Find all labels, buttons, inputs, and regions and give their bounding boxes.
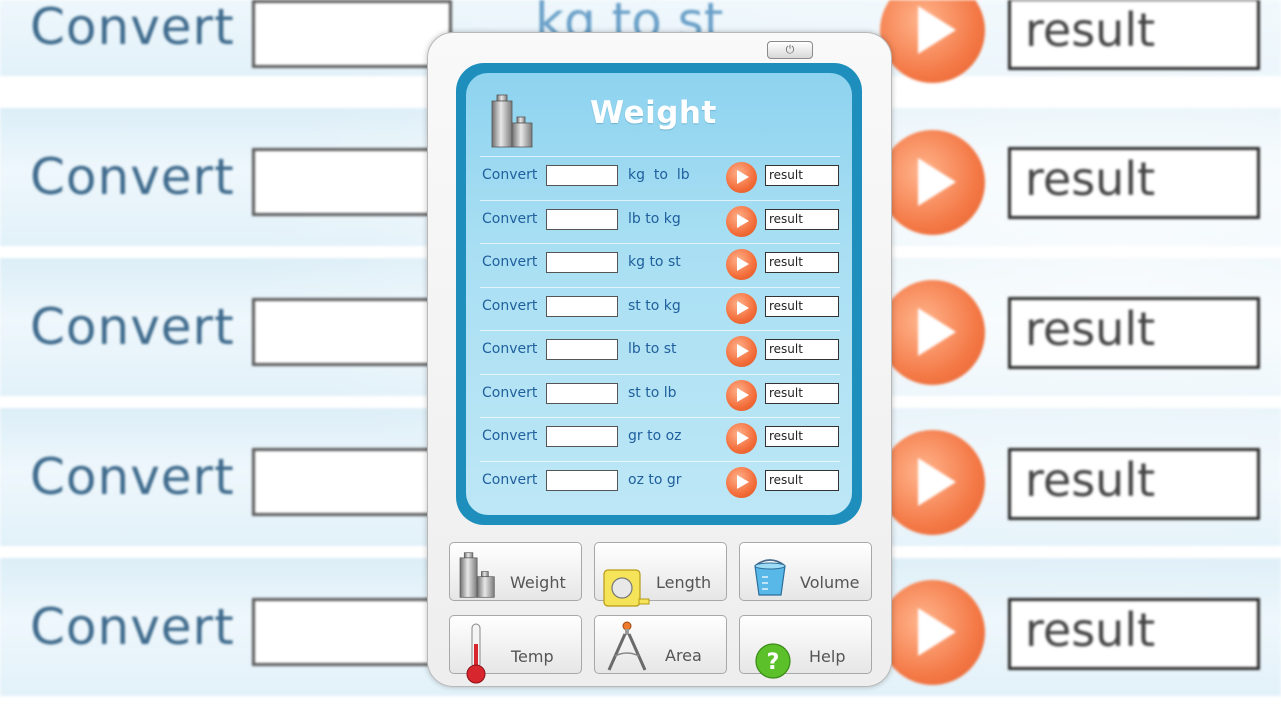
result-field[interactable]: result (765, 208, 839, 230)
convert-label: Convert (482, 471, 538, 488)
background-result-box: result (1008, 147, 1260, 219)
background-go-icon (880, 430, 985, 535)
unit-label: gr to oz (628, 428, 682, 444)
nav-length-button[interactable]: Length (594, 542, 727, 607)
conversion-row: Convert st to kg result (480, 286, 840, 330)
convert-go-button[interactable] (726, 336, 757, 367)
unit-label: st to lb (628, 384, 677, 401)
nav-volume-button[interactable]: Volume (739, 542, 872, 601)
value-input[interactable] (546, 208, 618, 230)
svg-text:?: ? (767, 650, 780, 675)
thermometer-icon (466, 623, 486, 684)
background-convert-label: Convert (30, 448, 235, 506)
nav-area-label: Area (665, 646, 702, 665)
unit-label: kg to st (628, 254, 681, 270)
convert-label: Convert (482, 297, 538, 314)
background-result-box: result (1008, 598, 1260, 670)
value-input[interactable] (546, 339, 618, 360)
background-input (252, 148, 452, 216)
value-input[interactable] (546, 382, 618, 404)
conversion-row: Convert lb to kg result (480, 199, 840, 243)
unit-label: lb to st (628, 341, 677, 357)
background-convert-label: Convert (30, 298, 235, 356)
bucket-icon (754, 559, 786, 596)
result-field[interactable]: result (765, 382, 839, 404)
conversion-row: Convert gr to oz result (480, 417, 840, 460)
weights-icon (459, 552, 495, 598)
value-input[interactable] (546, 295, 618, 317)
unit-label: lb to kg (628, 210, 681, 227)
background-go-icon (880, 280, 985, 385)
conversion-row: Convert kg to st result (480, 243, 840, 286)
help-icon: ? (755, 643, 791, 679)
value-input[interactable] (546, 469, 618, 491)
result-field[interactable]: result (765, 165, 839, 186)
background-convert-label: Convert (30, 148, 235, 206)
convert-label: Convert (482, 341, 538, 357)
convert-label: Convert (482, 167, 538, 183)
nav-temp-label: Temp (511, 647, 554, 666)
nav-help-button[interactable]: ? Help (739, 615, 872, 679)
background-go-icon (880, 580, 985, 685)
weights-icon (491, 94, 533, 148)
nav-weight-label: Weight (510, 573, 566, 592)
unit-label: oz to gr (628, 471, 682, 488)
convert-go-button[interactable] (726, 292, 757, 324)
background-input (252, 598, 452, 666)
background-go-icon (880, 130, 985, 235)
conversion-row: Convert oz to gr result (480, 460, 840, 504)
convert-go-button[interactable] (726, 205, 757, 237)
converter-panel: Weight Convert kg to lb result Convert l… (456, 63, 862, 525)
value-input[interactable] (546, 252, 618, 273)
result-field[interactable]: result (765, 339, 839, 360)
background-result-box: result (1008, 448, 1260, 520)
nav-temp-button[interactable]: Temp (449, 615, 582, 684)
background-convert-label: Convert (30, 598, 235, 656)
tape-measure-icon (603, 569, 650, 607)
nav-help-label: Help (809, 647, 846, 666)
unit-label: st to kg (628, 297, 681, 314)
nav-weight-button[interactable]: Weight (449, 542, 582, 601)
conversion-row: Convert kg to lb result (480, 156, 840, 199)
background-result-box: result (1008, 0, 1260, 70)
conversion-row: Convert lb to st result (480, 330, 840, 373)
background-input (252, 0, 452, 68)
background-input (252, 298, 452, 366)
value-input[interactable] (546, 426, 618, 447)
conversion-row: Convert st to lb result (480, 373, 840, 417)
result-field[interactable]: result (765, 252, 839, 273)
convert-label: Convert (482, 428, 538, 444)
unit-label: kg to lb (628, 167, 690, 183)
convert-label: Convert (482, 210, 538, 227)
value-input[interactable] (546, 165, 618, 186)
convert-go-button[interactable] (726, 379, 757, 411)
result-field[interactable]: result (765, 469, 839, 491)
convert-go-button[interactable] (726, 423, 757, 454)
result-field[interactable]: result (765, 295, 839, 317)
result-field[interactable]: result (765, 426, 839, 447)
converter-panel-inner: Weight Convert kg to lb result Convert l… (466, 73, 852, 515)
background-input (252, 448, 452, 516)
nav-volume-label: Volume (800, 573, 860, 592)
weight-converter-gadget: ⏻ Weight Convert kg to lb result Convert… (427, 32, 892, 687)
convert-label: Convert (482, 384, 538, 401)
convert-go-button[interactable] (726, 249, 757, 280)
convert-go-button[interactable] (726, 162, 757, 193)
convert-label: Convert (482, 254, 538, 270)
compass-icon (607, 621, 647, 671)
nav-length-label: Length (656, 573, 712, 592)
convert-go-button[interactable] (726, 466, 757, 498)
panel-title: Weight (590, 95, 717, 131)
background-convert-label: Convert (30, 0, 235, 56)
nav-area-button[interactable]: Area (594, 615, 727, 674)
power-button[interactable]: ⏻ (767, 41, 813, 59)
background-result-box: result (1008, 297, 1260, 369)
